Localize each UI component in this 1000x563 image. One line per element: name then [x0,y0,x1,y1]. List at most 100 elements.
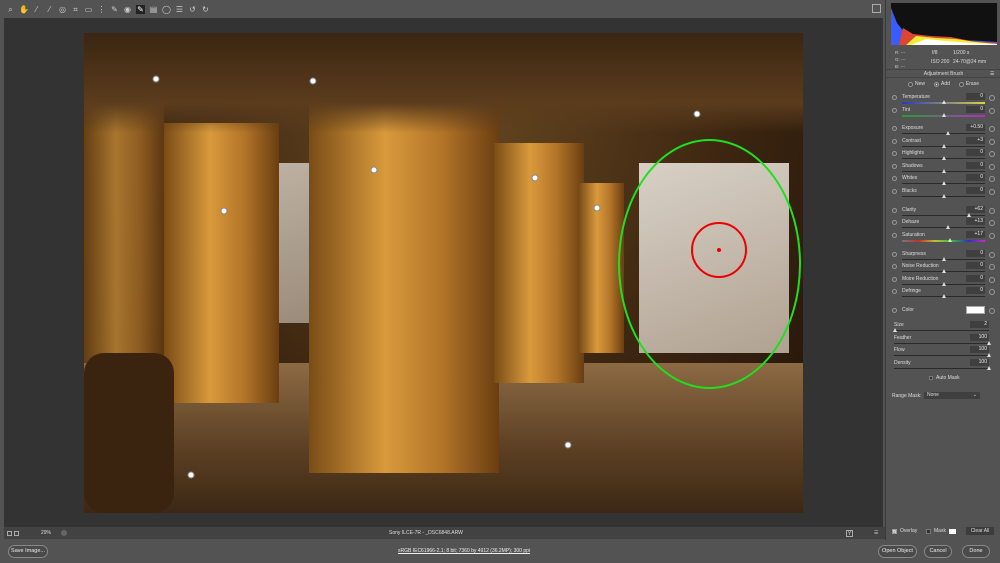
brush-pin[interactable] [693,110,701,118]
slider-thumb[interactable] [941,113,946,117]
slider-value-input[interactable]: 0 [966,250,985,257]
slider-value-input[interactable]: 100 [970,359,989,366]
decrease-icon[interactable] [892,176,897,181]
slider-track[interactable] [902,215,985,216]
slider-track[interactable] [894,355,989,356]
mode-new-radio[interactable]: New [908,80,925,88]
brush-pin[interactable] [370,166,378,174]
increase-icon[interactable] [989,139,995,145]
slider-thumb[interactable] [941,282,946,286]
decrease-icon[interactable] [892,220,897,225]
slider-track[interactable] [894,343,989,344]
rotate-right-icon[interactable]: ↻ [201,5,210,14]
slider-thumb[interactable] [941,294,946,298]
slider-thumb[interactable] [941,181,946,185]
mode-erase-radio[interactable]: Erase [958,80,979,88]
color-sampler-icon[interactable]: ⁄ [45,5,54,14]
decrease-icon[interactable] [892,139,897,144]
range-mask-select[interactable]: None ⌄ [924,392,980,399]
hand-tool-icon[interactable]: ✋ [19,5,29,14]
slider-value-input[interactable]: 100 [970,346,989,353]
photo-preview[interactable] [84,33,803,513]
view-single-icon[interactable] [7,530,12,536]
decrease-icon[interactable] [892,252,897,257]
increase-icon[interactable] [989,176,995,182]
slider-thumb[interactable] [941,100,946,104]
slider-thumb[interactable] [945,131,950,135]
slider-value-input[interactable]: +17 [966,231,985,238]
increase-icon[interactable] [989,264,995,270]
decrease-icon[interactable] [892,164,897,169]
decrease-icon[interactable] [892,126,897,131]
increase-icon[interactable] [989,151,995,157]
decrease-icon[interactable] [892,289,897,294]
color-swatch[interactable] [966,306,985,314]
crop-icon[interactable]: ⌗ [71,5,80,14]
decrease-icon[interactable] [892,233,897,238]
slider-value-input[interactable]: 0 [966,149,985,156]
slider-track[interactable] [902,240,985,242]
slider-track[interactable] [902,227,985,228]
slider-thumb[interactable] [941,169,946,173]
decrease-icon[interactable] [892,189,897,194]
slider-thumb[interactable] [941,194,946,198]
white-balance-icon[interactable]: ⁄ [32,5,41,14]
slider-value-input[interactable]: 0 [966,287,985,294]
brush-pin[interactable] [220,207,228,215]
done-button[interactable]: Done [962,545,990,558]
slider-thumb[interactable] [987,366,991,370]
slider-thumb[interactable] [946,225,951,229]
slider-thumb[interactable] [987,353,991,357]
checkbox-checked-icon[interactable]: ✓ [892,528,897,534]
rotate-left-icon[interactable]: ↺ [188,5,197,14]
brush-pin[interactable] [187,471,195,479]
cancel-button[interactable]: Cancel [924,545,952,558]
red-eye-icon[interactable]: ◉ [123,5,132,14]
increase-icon[interactable] [989,277,995,283]
slider-track[interactable] [894,368,989,369]
overlay-checkbox[interactable]: ✓ Overlay [892,528,917,534]
slider-value-input[interactable]: +0.50 [966,124,985,131]
radio-icon[interactable] [934,81,940,87]
panel-menu-icon[interactable]: ☰ [990,71,994,77]
radial-filter-icon[interactable]: ◯ [162,5,171,14]
menu-icon[interactable]: ☰ [874,530,878,536]
increase-icon[interactable] [989,126,995,132]
slider-value-input[interactable]: 0 [966,187,985,194]
clear-all-button[interactable]: Clear All [966,527,994,535]
zoom-level[interactable]: 29% [41,530,51,536]
slider-thumb[interactable] [941,269,946,273]
decrease-icon[interactable] [892,264,897,269]
slider-thumb[interactable] [942,144,947,148]
decrease-icon[interactable] [892,277,897,282]
slider-thumb[interactable] [892,328,897,332]
preferences-icon[interactable]: ☰ [175,5,184,14]
brush-pin[interactable] [593,204,601,212]
slider-value-input[interactable]: 2 [970,321,989,328]
radio-icon[interactable] [908,81,913,87]
decrease-icon[interactable] [892,95,897,100]
increase-icon[interactable] [989,252,995,258]
decrease-icon[interactable] [892,308,897,313]
increase-icon[interactable] [989,308,995,314]
straighten-icon[interactable]: ▭ [84,5,93,14]
decrease-icon[interactable] [892,108,897,113]
mask-checkbox[interactable]: Mask [926,528,956,534]
slider-value-input[interactable]: 0 [966,262,985,269]
workflow-options-link[interactable]: sRGB IEC61966-2.1; 8 bit; 7360 by 4912 (… [398,548,530,554]
mask-color-swatch[interactable] [948,528,956,534]
increase-icon[interactable] [989,189,995,195]
adjustment-brush-icon[interactable]: ✎ [136,4,145,14]
brush-pin[interactable] [531,174,539,182]
slider-value-input[interactable]: +62 [966,206,985,213]
mode-add-radio[interactable]: Add [934,80,950,88]
targeted-adjustment-icon[interactable]: ◎ [58,5,67,14]
slider-track[interactable] [902,133,985,134]
slider-thumb[interactable] [967,213,972,217]
decrease-icon[interactable] [892,151,897,156]
transform-icon[interactable]: ⋮ [97,5,106,14]
slider-thumb[interactable] [948,238,953,242]
increase-icon[interactable] [989,220,995,226]
view-compare-icon[interactable] [14,530,19,536]
spot-removal-icon[interactable]: ✎ [110,5,119,14]
